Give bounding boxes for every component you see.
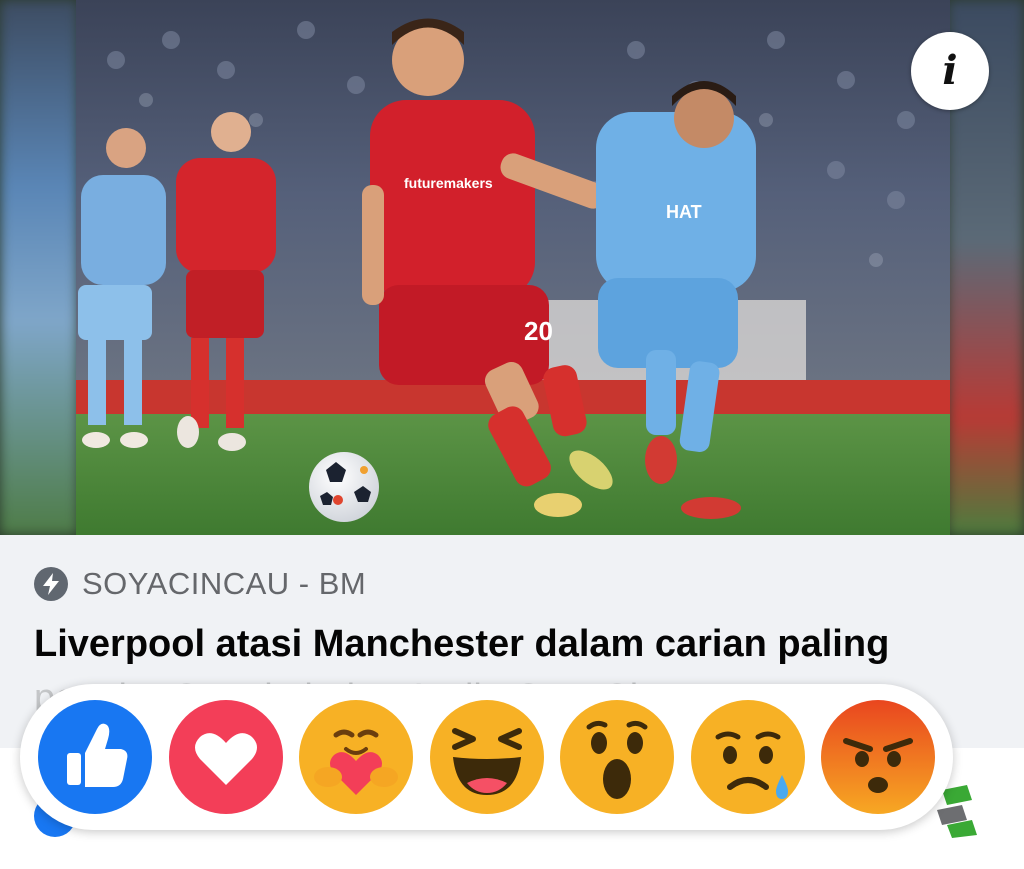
reaction-angry[interactable] bbox=[820, 699, 936, 815]
svg-text:20: 20 bbox=[524, 316, 553, 346]
svg-text:HAT: HAT bbox=[666, 202, 702, 222]
source-label: SOYACINCAU - BM bbox=[82, 566, 367, 601]
link-source: SOYACINCAU - BM bbox=[34, 566, 366, 602]
thumbs-up-icon bbox=[38, 700, 152, 814]
angry-face-icon bbox=[821, 700, 935, 814]
reaction-like[interactable] bbox=[37, 699, 153, 815]
heart-icon bbox=[168, 700, 283, 814]
reaction-wow[interactable] bbox=[559, 699, 675, 815]
image-blur-left bbox=[0, 0, 78, 535]
reaction-care[interactable] bbox=[298, 699, 414, 815]
football-photo: futuremakers 20 HAT bbox=[76, 0, 950, 535]
reaction-love[interactable] bbox=[168, 699, 284, 815]
info-icon: i bbox=[942, 47, 958, 94]
sad-face-icon bbox=[690, 700, 805, 814]
headline-line-1: Liverpool atasi Manchester dalam carian … bbox=[34, 623, 890, 665]
post-image[interactable]: futuremakers 20 HAT i bbox=[0, 0, 1024, 535]
facebook-post-screen: futuremakers 20 HAT i SOYACINCAU - BM Li… bbox=[0, 0, 1024, 869]
laughing-face-icon bbox=[429, 700, 544, 814]
lightning-bolt-icon bbox=[34, 567, 68, 601]
surprised-face-icon bbox=[560, 700, 674, 814]
svg-text:futuremakers: futuremakers bbox=[404, 175, 493, 191]
info-button[interactable]: i bbox=[911, 32, 989, 110]
care-hug-icon bbox=[299, 700, 413, 814]
reactions-picker bbox=[20, 684, 953, 830]
reaction-haha[interactable] bbox=[429, 699, 545, 815]
reaction-sad[interactable] bbox=[690, 699, 806, 815]
